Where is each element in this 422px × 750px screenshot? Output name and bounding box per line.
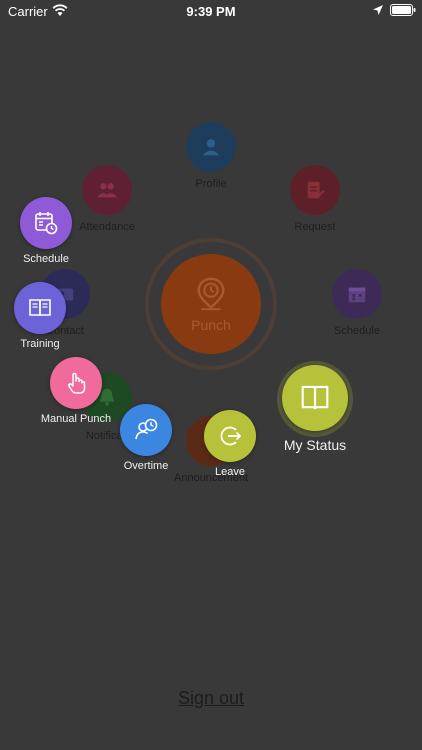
fan-menu-circle xyxy=(50,357,102,409)
bg-menu-circle xyxy=(290,165,340,215)
fan-menu-my-status[interactable]: My Status xyxy=(275,365,355,453)
fan-menu-circle xyxy=(204,410,256,462)
person-icon xyxy=(202,139,220,156)
tap-hand-icon xyxy=(68,372,86,394)
bg-menu-schedule[interactable]: Schedule xyxy=(307,269,407,337)
bg-menu-label: Schedule xyxy=(334,325,380,337)
exit-icon xyxy=(220,426,241,446)
bg-menu-profile[interactable]: Profile xyxy=(161,122,261,190)
calendar-icon xyxy=(348,287,366,303)
document-edit-icon xyxy=(307,181,325,199)
group-icon xyxy=(96,183,118,198)
status-bar: Carrier 9:39 PM xyxy=(0,0,422,22)
fan-menu-circle xyxy=(14,282,66,334)
app-screen: Carrier 9:39 PM Profile Attendance Reque… xyxy=(0,0,422,750)
fan-menu-label: My Status xyxy=(283,437,347,453)
fan-menu-label: Schedule xyxy=(23,253,69,265)
bg-menu-request[interactable]: Request xyxy=(265,165,365,233)
fan-menu-label: Overtime xyxy=(123,460,169,472)
calendar-clock-icon xyxy=(35,212,58,235)
fan-menu-leave[interactable]: Leave xyxy=(201,410,259,478)
open-book-icon xyxy=(29,299,51,317)
punch-label: Punch xyxy=(191,317,231,333)
bg-menu-circle xyxy=(82,165,132,215)
fan-menu-manual-punch[interactable]: Manual Punch xyxy=(36,357,116,425)
fan-menu-training[interactable]: Training xyxy=(4,282,76,350)
fan-menu-label: Training xyxy=(20,338,60,350)
bg-menu-circle xyxy=(186,122,236,172)
fan-menu-label: Manual Punch xyxy=(40,413,112,425)
fan-menu-overtime[interactable]: Overtime xyxy=(113,404,179,472)
fan-menu-circle xyxy=(20,197,72,249)
fan-menu-label: Leave xyxy=(215,466,245,478)
location-arrow-icon xyxy=(373,5,383,15)
punch-button[interactable]: Punch xyxy=(161,254,261,354)
person-clock-icon xyxy=(135,418,158,440)
fan-menu-circle xyxy=(120,404,172,456)
fan-menu-schedule[interactable]: Schedule xyxy=(10,197,82,265)
location-clock-icon xyxy=(197,277,225,311)
battery-icon xyxy=(390,4,416,16)
sign-out-link[interactable]: Sign out xyxy=(0,688,422,709)
bg-menu-label: Request xyxy=(294,221,336,233)
book-icon xyxy=(301,385,329,410)
fan-menu-circle xyxy=(282,365,348,431)
bg-menu-label: Profile xyxy=(195,178,227,190)
clock-time: 9:39 PM xyxy=(186,4,236,19)
bg-menu-circle xyxy=(332,269,382,319)
